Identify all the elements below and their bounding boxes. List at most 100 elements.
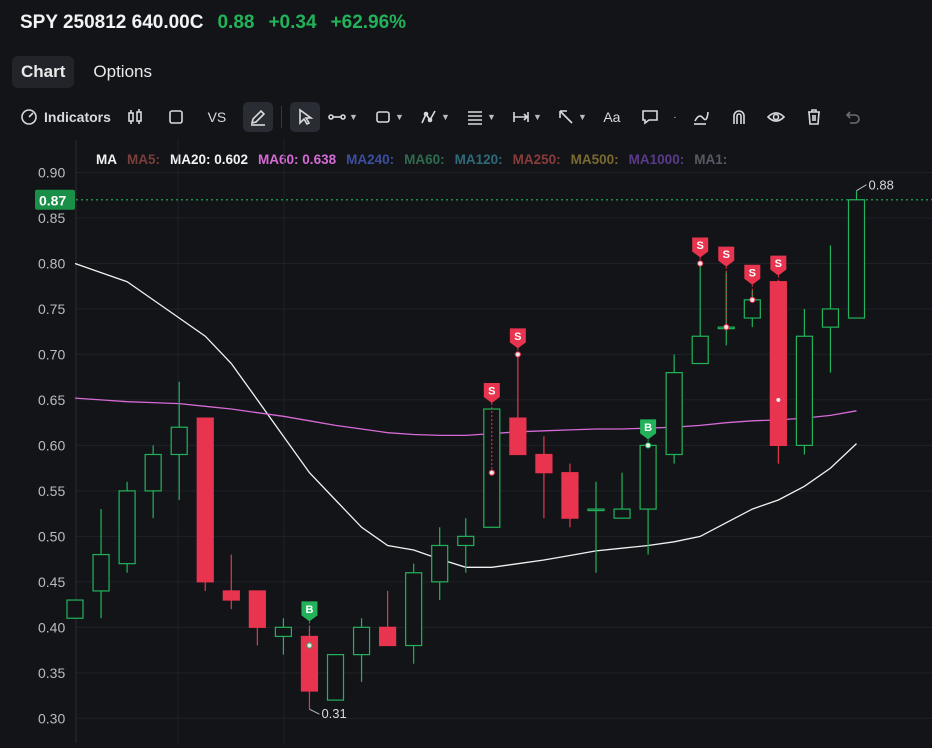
candle-body (222, 590, 240, 601)
y-tick-label: 0.40 (38, 619, 65, 635)
diagonal-arrow-icon (559, 110, 573, 124)
candle (326, 654, 345, 701)
arrow-tool-button[interactable]: ▼ (550, 102, 594, 132)
candle (691, 263, 709, 365)
symbol-title: SPY 250812 640.00C (20, 12, 204, 33)
candlestick-type-button[interactable] (117, 102, 153, 132)
signal-letter: S (749, 267, 756, 279)
chevron-down-icon: ▼ (440, 112, 450, 122)
chevron-down-icon: ▼ (348, 112, 358, 122)
candle (613, 472, 631, 519)
candle (431, 527, 449, 601)
signal-fill-dot (306, 642, 313, 649)
signal-letter: S (723, 249, 730, 261)
magnet-tool-button[interactable] (722, 102, 756, 132)
last-price: 0.88 (217, 12, 255, 33)
compare-vs-button[interactable]: VS (199, 102, 235, 132)
signal-letter: S (488, 386, 495, 398)
candle-body (795, 335, 814, 446)
chevron-down-icon: ▼ (577, 112, 587, 122)
signal-letter: B (305, 604, 313, 616)
candle (639, 444, 657, 555)
candle (405, 563, 423, 664)
indicators-button[interactable]: Indicators (0, 102, 117, 132)
candle-body (587, 508, 605, 512)
fibonacci-tool-button[interactable]: ▼ (458, 102, 504, 132)
candle-body (196, 417, 214, 583)
visibility-toggle-button[interactable] (756, 102, 796, 132)
signal-fill-dot (488, 469, 495, 476)
signal-fill-dot (723, 324, 730, 331)
tab-chart[interactable]: Chart (12, 56, 75, 88)
signal-fill-dot (749, 296, 756, 303)
undo-icon (845, 111, 860, 124)
candle (66, 599, 84, 619)
y-tick-label: 0.45 (38, 574, 65, 590)
gauge-icon (21, 109, 37, 125)
high-price-label: 0.88 (869, 178, 894, 193)
rectangle-shape-icon (376, 111, 390, 123)
candle (92, 509, 110, 619)
text-tool-button[interactable]: Aa (594, 102, 630, 132)
signal-letter: S (775, 258, 782, 270)
y-tick-label: 0.65 (38, 392, 65, 408)
cursor-tool-button[interactable] (289, 102, 320, 132)
candle-body (821, 308, 840, 328)
line-segment-icon (328, 114, 346, 120)
pattern-tool-button[interactable]: ▼ (412, 102, 458, 132)
candle-body (691, 335, 709, 365)
candle (457, 518, 475, 573)
candle-body (248, 590, 266, 628)
candle-body (92, 553, 110, 592)
brush-stroke-icon (693, 111, 709, 125)
y-tick-label: 0.55 (38, 483, 65, 499)
price-chart-area[interactable]: 0.90 0.85 0.80 0.75 0.70 0.65 0.60 0.55 0.50 0.45… (0, 140, 932, 743)
speech-bubble-icon (642, 110, 658, 125)
measure-tool-button[interactable]: ▼ (504, 102, 550, 132)
candlestick-icon (128, 109, 142, 124)
signal-fill-dot (645, 442, 652, 449)
y-tick-label: 0.30 (38, 710, 65, 726)
candle-body (665, 372, 683, 456)
delete-drawings-button[interactable] (796, 102, 832, 132)
candle-body (144, 453, 162, 492)
magnet-icon (733, 110, 745, 124)
candle (300, 627, 319, 710)
chart-frame-button[interactable] (153, 102, 199, 132)
y-tick-label: 0.50 (38, 528, 65, 544)
y-tick-label: 0.35 (38, 665, 65, 681)
candle-body (769, 281, 787, 447)
candle (743, 290, 761, 328)
drawing-toolbar: Indicators VS ▼ ▼ ▼ ▼ ▼ ▼ Aa · (0, 100, 932, 134)
candle (795, 308, 814, 455)
candlestick-chart[interactable]: 0.90 0.85 0.80 0.75 0.70 0.65 0.60 0.55 0.50 0.45… (0, 140, 932, 743)
square-icon (169, 110, 183, 124)
draw-toggle-button[interactable] (242, 102, 273, 132)
candle (665, 354, 683, 464)
cursor-arrow-icon (299, 108, 314, 126)
candle-body (118, 490, 136, 565)
brush-tool-button[interactable] (680, 102, 722, 132)
price-change: +0.34 (268, 12, 317, 33)
tab-options[interactable]: Options (84, 56, 161, 88)
candle-body (379, 626, 397, 647)
undo-button[interactable] (832, 102, 872, 132)
sell-signal-marker: S (744, 264, 761, 303)
candle (248, 590, 266, 646)
quote-header: SPY 250812 640.00C 0.88 +0.34 +62.96% (20, 12, 406, 34)
note-tool-button[interactable] (630, 102, 670, 132)
sell-signal-marker: S (509, 328, 526, 358)
candle-body (535, 453, 553, 474)
pencil-icon (250, 109, 266, 126)
trend-line-tool-button[interactable]: ▼ (320, 102, 366, 132)
y-tick-label: 0.90 (38, 165, 65, 181)
signal-fill-dot (514, 351, 521, 358)
y-tick-label: 0.75 (38, 301, 65, 317)
ma-line-ma60 (74, 397, 857, 437)
candle-body (170, 426, 188, 456)
shape-tool-button[interactable]: ▼ (366, 102, 412, 132)
candle (379, 590, 397, 647)
fibonacci-lines-icon (467, 111, 482, 125)
candle-body (66, 599, 84, 619)
sell-signal-marker: S (692, 237, 709, 267)
